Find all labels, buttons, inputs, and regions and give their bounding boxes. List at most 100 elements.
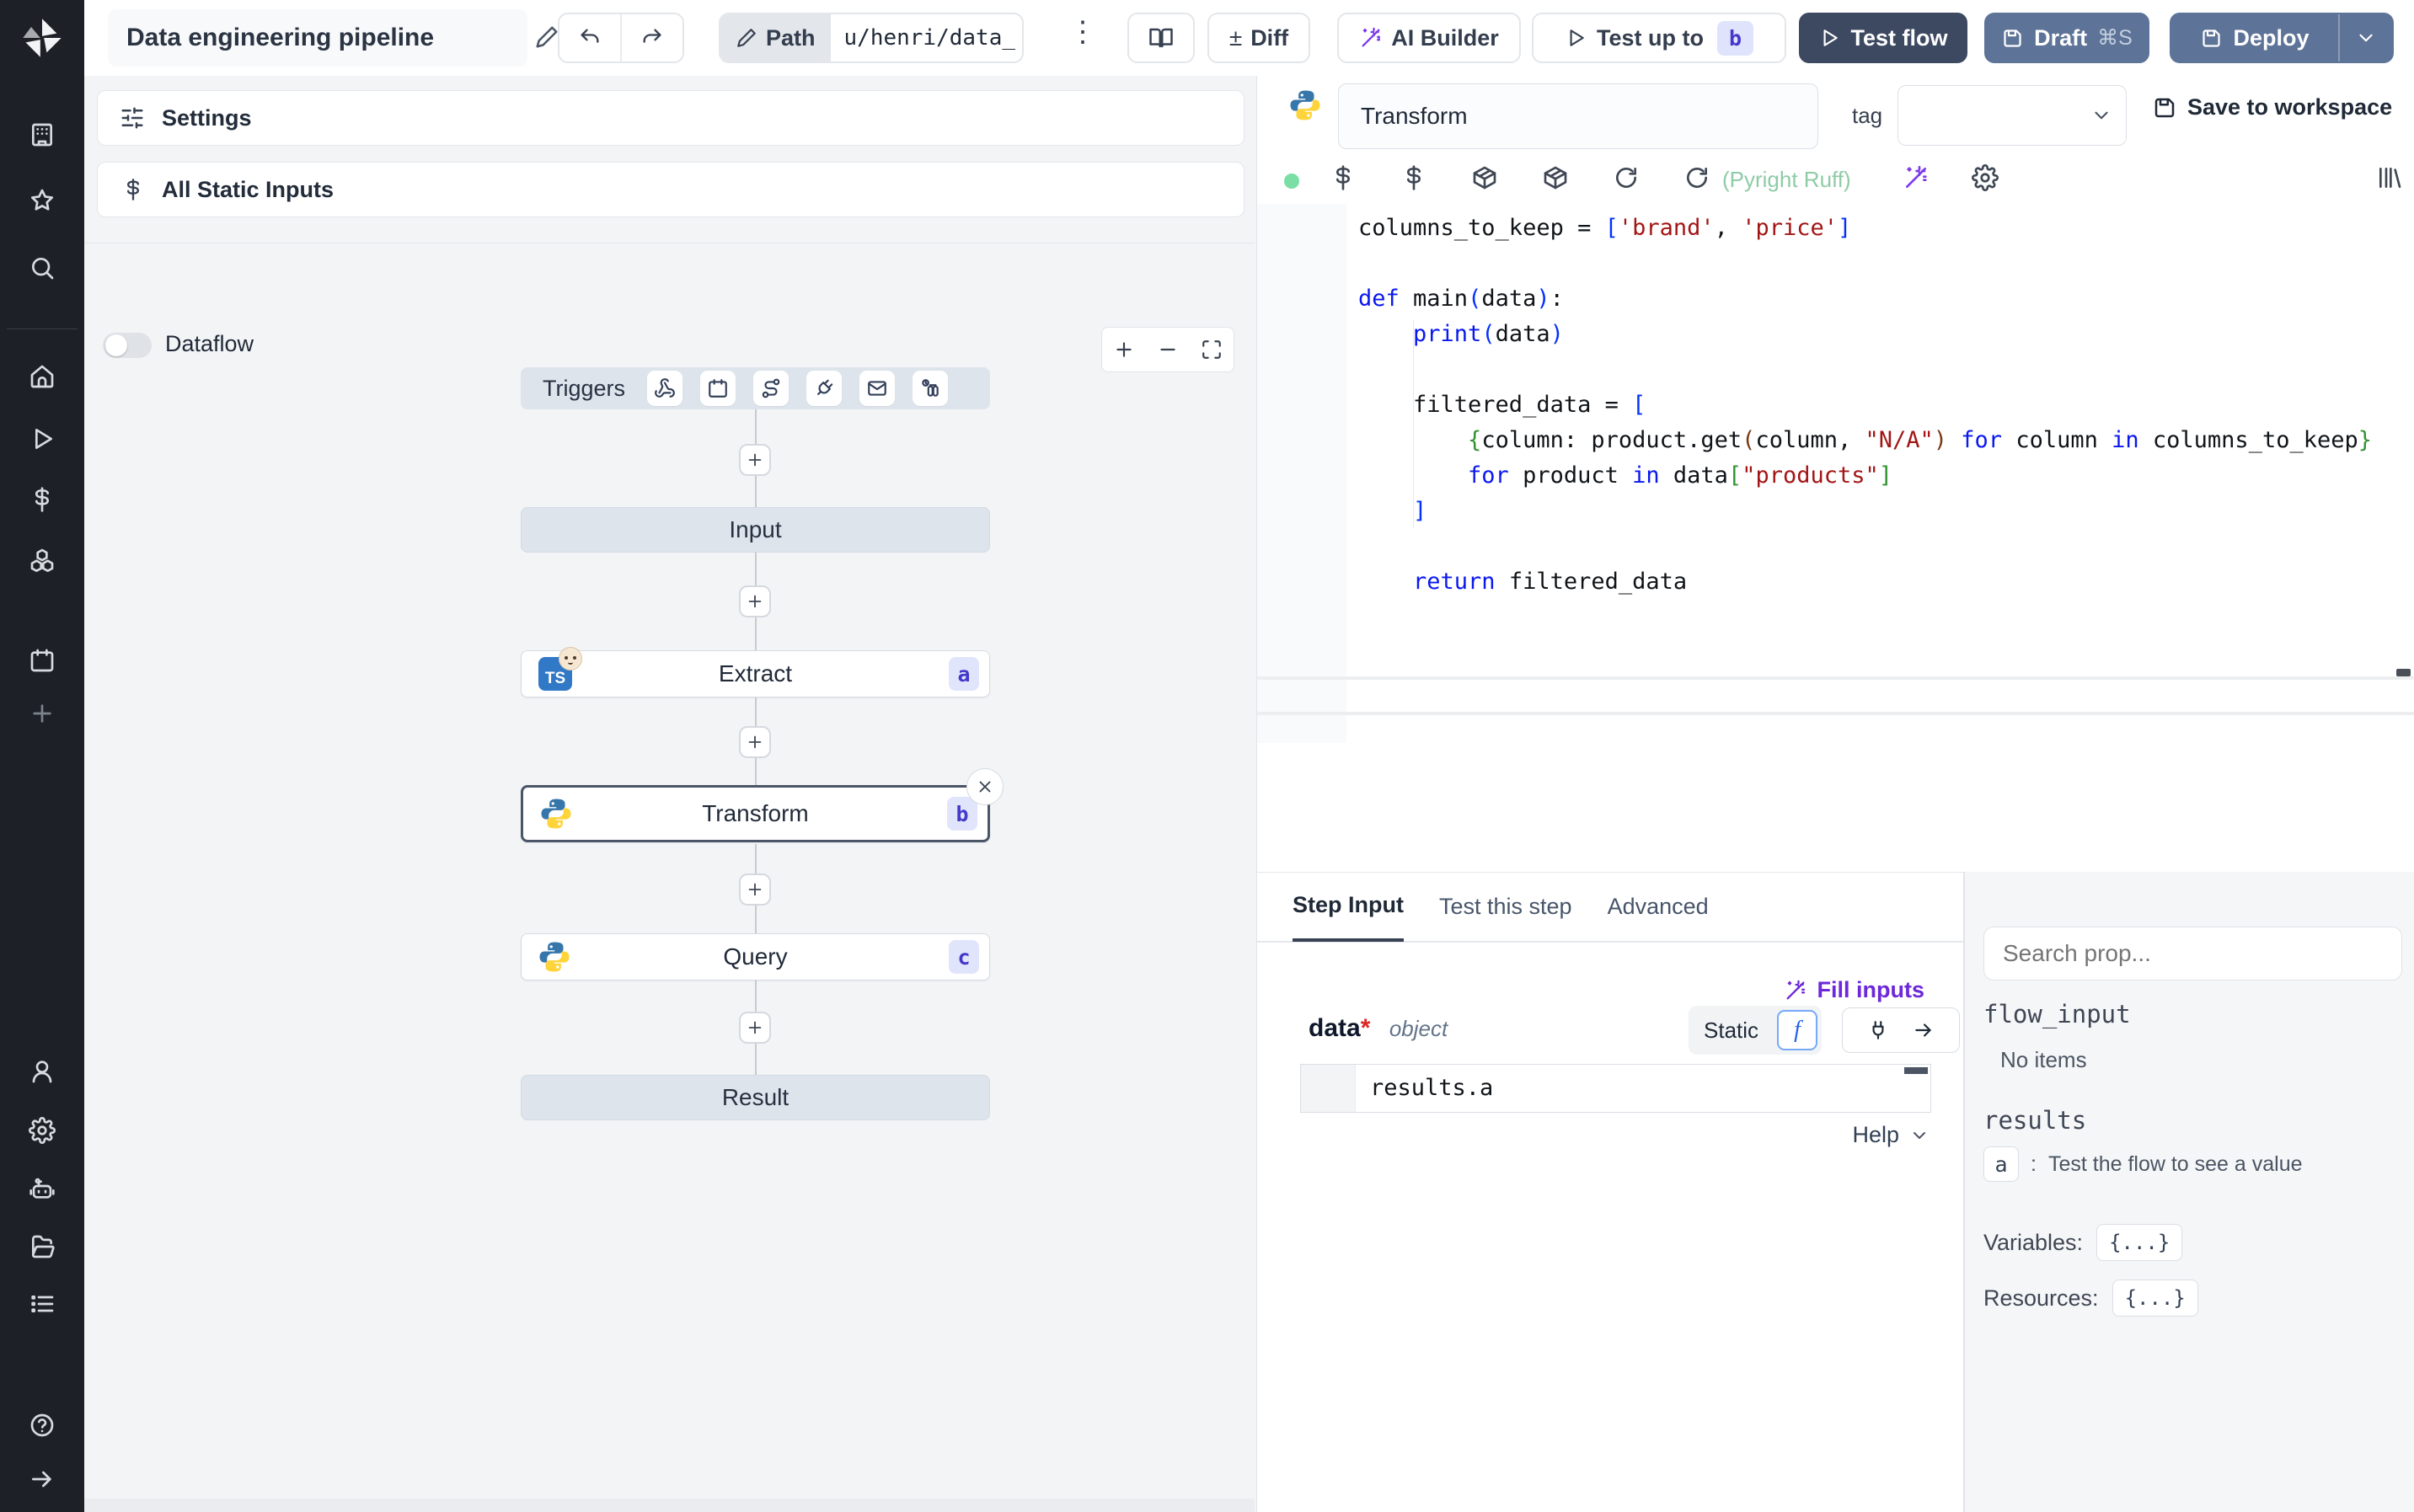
workspace-icon[interactable] xyxy=(29,121,56,148)
sliders-icon xyxy=(121,107,143,129)
redo-button[interactable] xyxy=(622,14,682,61)
package-icon[interactable] xyxy=(1471,164,1498,191)
variables-expand-chip[interactable]: {...} xyxy=(2096,1224,2183,1261)
insert-step-button[interactable] xyxy=(739,444,771,476)
library-icon[interactable] xyxy=(2376,164,2403,191)
expand-sidebar-arrow-icon[interactable] xyxy=(29,1466,56,1493)
runs-play-icon[interactable] xyxy=(29,425,56,452)
static-mode-toggle[interactable]: Static f xyxy=(1689,1006,1822,1055)
insert-step-button[interactable] xyxy=(739,726,771,758)
schedules-calendar-icon[interactable] xyxy=(29,647,56,674)
javascript-expression-mode-button[interactable]: f xyxy=(1777,1010,1817,1050)
test-flow-button[interactable]: Test flow xyxy=(1799,13,1967,63)
tab-step-input[interactable]: Step Input xyxy=(1293,872,1404,942)
extract-step-node[interactable]: TS Extract a xyxy=(521,647,990,697)
favorites-star-icon[interactable] xyxy=(29,187,56,214)
result-a-row[interactable]: a : Test the flow to see a value xyxy=(1983,1146,2303,1182)
editor-scrollbar-thumb[interactable] xyxy=(2396,669,2411,676)
step-name-input[interactable] xyxy=(1338,83,1818,149)
draft-button[interactable]: Draft ⌘S xyxy=(1984,13,2149,63)
more-menu-kebab-icon[interactable]: ⋮ xyxy=(1068,15,1097,49)
variable-picker-dollar-icon[interactable] xyxy=(1330,164,1357,191)
triggers-node[interactable]: Triggers xyxy=(521,367,990,409)
settings-gear-icon[interactable] xyxy=(29,1117,56,1144)
undo-button[interactable] xyxy=(559,14,622,61)
ai-builder-button[interactable]: AI Builder xyxy=(1337,13,1521,63)
connect-input-group[interactable] xyxy=(1842,1007,1960,1053)
fill-inputs-button[interactable]: Fill inputs xyxy=(1784,977,1924,1003)
flow-input-tree-item[interactable]: flow_input xyxy=(1983,1000,2131,1028)
canvas-zoom-controls xyxy=(1101,327,1234,372)
save-icon xyxy=(2004,29,2021,47)
result-key-chip[interactable]: a xyxy=(1983,1146,2019,1182)
edit-title-pencil-icon[interactable] xyxy=(534,24,559,50)
dataflow-toggle[interactable] xyxy=(103,333,152,358)
websocket-trigger-icon[interactable] xyxy=(806,371,843,406)
code-editor[interactable]: columns_to_keep = ['brand', 'price'] def… xyxy=(1257,204,2414,872)
webhook-trigger-icon[interactable] xyxy=(647,371,683,406)
fit-view-icon[interactable] xyxy=(1201,339,1223,361)
zoom-in-icon[interactable] xyxy=(1113,339,1135,361)
path-label-segment: Path xyxy=(720,14,831,61)
results-tree-item[interactable]: results xyxy=(1983,1106,2086,1135)
deploy-dropdown-button[interactable] xyxy=(2340,27,2392,49)
ai-wand-icon[interactable] xyxy=(1903,164,1930,191)
windmill-logo-icon[interactable] xyxy=(20,16,64,60)
home-icon[interactable] xyxy=(29,363,56,390)
audit-list-icon[interactable] xyxy=(29,1290,56,1317)
code-lines[interactable]: columns_to_keep = ['brand', 'price'] def… xyxy=(1358,211,2372,600)
zoom-out-icon[interactable] xyxy=(1157,339,1179,361)
user-icon[interactable] xyxy=(29,1058,56,1085)
path-value[interactable]: u/henri/data_ xyxy=(831,25,1022,51)
route-trigger-icon[interactable] xyxy=(753,371,790,406)
help-icon[interactable] xyxy=(29,1412,56,1439)
path-chip[interactable]: Path u/henri/data_ xyxy=(719,13,1024,63)
diff-button[interactable]: ± Diff xyxy=(1207,13,1310,63)
input-expression-editor[interactable]: results.a xyxy=(1300,1064,1931,1113)
expression-value[interactable]: results.a xyxy=(1370,1075,1493,1101)
insert-step-button[interactable] xyxy=(739,1012,771,1044)
transform-step-node-selected[interactable]: Transform b xyxy=(521,785,990,842)
python-icon xyxy=(1290,90,1320,120)
expression-gutter xyxy=(1301,1065,1356,1112)
variables-dollar-icon[interactable] xyxy=(29,486,56,513)
workers-robot-icon[interactable] xyxy=(29,1176,56,1203)
search-prop-input[interactable] xyxy=(1983,927,2402,980)
insert-step-button[interactable] xyxy=(739,585,771,617)
resources-expand-chip[interactable]: {...} xyxy=(2112,1280,2198,1317)
save-icon xyxy=(2203,29,2221,47)
save-to-workspace-button[interactable]: Save to workspace xyxy=(2152,94,2392,120)
schedule-trigger-icon[interactable] xyxy=(700,371,736,406)
result-hint: Test the flow to see a value xyxy=(2047,1151,2303,1176)
tag-select-dropdown[interactable] xyxy=(1897,85,2127,146)
test-up-to-button[interactable]: Test up to b xyxy=(1532,13,1786,63)
resources-cubes-icon[interactable] xyxy=(29,547,56,574)
editor-settings-gear-icon[interactable] xyxy=(1972,164,1999,191)
folders-icon[interactable] xyxy=(29,1233,56,1260)
search-icon[interactable] xyxy=(29,254,56,281)
flow-title: Data engineering pipeline xyxy=(126,24,435,51)
resource-picker-dollar-icon[interactable] xyxy=(1400,164,1427,191)
canvas-bottom-scroll-track[interactable] xyxy=(84,1499,1255,1512)
reload-icon[interactable] xyxy=(1683,164,1710,191)
step-label: Query xyxy=(723,943,788,970)
help-dropdown[interactable]: Help xyxy=(1852,1122,1930,1148)
package-icon[interactable] xyxy=(1542,164,1569,191)
watch-trigger-icon[interactable] xyxy=(913,371,949,406)
deploy-button[interactable]: Deploy xyxy=(2170,13,2394,63)
flow-settings-card[interactable]: Settings xyxy=(97,90,1244,146)
query-step-node[interactable]: Query c xyxy=(521,933,990,980)
docs-book-button[interactable] xyxy=(1127,13,1195,63)
flow-result-node[interactable]: Result xyxy=(521,1075,990,1120)
argument-row: data* object xyxy=(1309,1014,1448,1043)
tab-test-this-step[interactable]: Test this step xyxy=(1439,872,1572,942)
add-plus-icon[interactable] xyxy=(29,700,56,727)
reload-icon[interactable] xyxy=(1613,164,1640,191)
dataflow-label: Dataflow xyxy=(165,331,254,356)
delete-step-close-icon[interactable] xyxy=(966,768,1004,805)
insert-step-button[interactable] xyxy=(739,874,771,906)
flow-input-node[interactable]: Input xyxy=(521,507,990,553)
tab-advanced[interactable]: Advanced xyxy=(1608,872,1709,942)
email-trigger-icon[interactable] xyxy=(859,371,896,406)
all-static-inputs-card[interactable]: All Static Inputs xyxy=(97,162,1244,217)
